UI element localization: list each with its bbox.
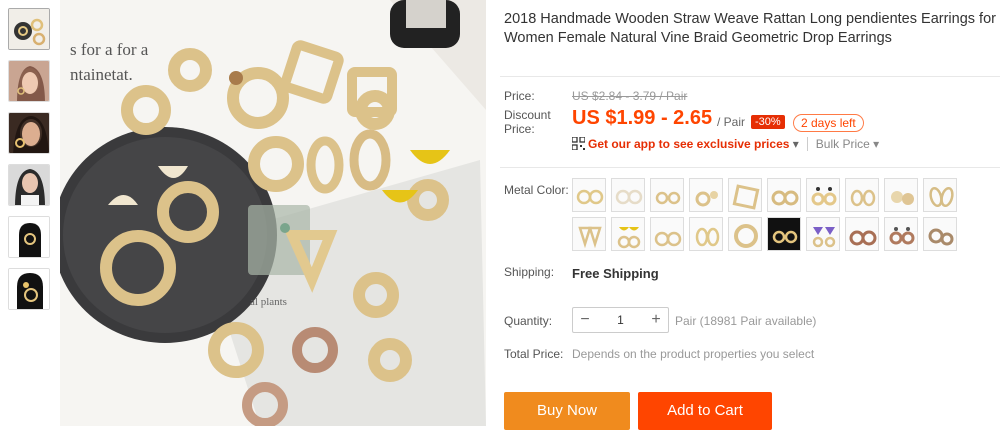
metal-color-swatches <box>572 178 1000 256</box>
quantity-stepper: − + <box>572 307 669 333</box>
availability-text: Pair (18981 Pair available) <box>675 314 817 328</box>
color-swatch[interactable] <box>806 178 840 212</box>
bulk-price-link[interactable]: Bulk Price ▾ <box>806 137 880 151</box>
days-left-badge: 2 days left <box>793 114 864 132</box>
caret-down-icon: ▾ <box>873 137 880 151</box>
color-swatch[interactable] <box>611 217 645 251</box>
color-swatch[interactable] <box>650 178 684 212</box>
decrease-quantity-button[interactable]: − <box>573 308 597 332</box>
main-product-image[interactable]: s for a for a ntainetat. al plants <box>60 0 486 426</box>
color-swatch[interactable] <box>767 217 801 251</box>
caret-down-icon: ▾ <box>792 137 799 151</box>
color-swatch[interactable] <box>728 217 762 251</box>
shipping-label: Shipping: <box>504 265 555 279</box>
divider <box>500 76 1000 77</box>
thumbnail-3[interactable] <box>8 112 50 154</box>
buy-now-button[interactable]: Buy Now <box>504 392 630 430</box>
qr-code-icon <box>572 137 585 150</box>
thumbnail-list <box>8 8 52 320</box>
get-app-link[interactable]: Get our app to see exclusive prices ▾ <box>588 137 799 151</box>
color-swatch[interactable] <box>923 178 957 212</box>
discount-badge: -30% <box>751 115 785 129</box>
color-swatch[interactable] <box>689 178 723 212</box>
get-app-link-label: Get our app to see exclusive prices <box>588 137 790 151</box>
price-label: Price: <box>504 89 535 103</box>
color-swatch[interactable] <box>767 178 801 212</box>
quantity-label: Quantity: <box>504 314 553 328</box>
product-title: 2018 Handmade Wooden Straw Weave Rattan … <box>504 11 996 46</box>
product-details-panel: 2018 Handmade Wooden Straw Weave Rattan … <box>486 0 1000 436</box>
color-swatch[interactable] <box>845 217 879 251</box>
increase-quantity-button[interactable]: + <box>644 308 668 332</box>
color-swatch[interactable] <box>845 178 879 212</box>
thumbnail-6[interactable] <box>8 268 50 310</box>
app-promo-row: Get our app to see exclusive prices ▾ Bul… <box>572 137 880 151</box>
add-to-cart-button[interactable]: Add to Cart <box>638 392 772 430</box>
discount-price-label: Discount Price: <box>504 108 551 136</box>
thumbnail-1[interactable] <box>8 8 50 50</box>
color-swatch[interactable] <box>728 178 762 212</box>
shipping-value: Free Shipping <box>572 266 659 281</box>
quantity-input[interactable] <box>597 308 644 332</box>
color-swatch[interactable] <box>689 217 723 251</box>
discount-price: US $1.99 - 2.65 <box>572 107 713 129</box>
color-swatch[interactable] <box>572 178 606 212</box>
total-price-value: Depends on the product properties you se… <box>572 347 815 361</box>
color-swatch[interactable] <box>884 217 918 251</box>
thumbnail-4[interactable] <box>8 164 50 206</box>
color-swatch[interactable] <box>806 217 840 251</box>
color-swatch[interactable] <box>572 217 606 251</box>
color-swatch[interactable] <box>611 178 645 212</box>
color-swatch[interactable] <box>650 217 684 251</box>
thumbnail-2[interactable] <box>8 60 50 102</box>
color-swatch[interactable] <box>884 178 918 212</box>
price-unit: / Pair <box>717 115 746 129</box>
total-price-label: Total Price: <box>504 347 564 361</box>
metal-color-label: Metal Color: <box>504 183 569 197</box>
svg-text:s for a for a: s for a for a <box>70 40 149 59</box>
divider <box>500 167 1000 168</box>
original-price: US $2.84 - 3.79 / Pair <box>572 89 688 103</box>
bulk-price-label: Bulk Price <box>815 137 870 151</box>
svg-text:al plants: al plants <box>250 296 287 308</box>
svg-text:ntainetat.: ntainetat. <box>70 65 133 84</box>
color-swatch[interactable] <box>923 217 957 251</box>
thumbnail-5[interactable] <box>8 216 50 258</box>
